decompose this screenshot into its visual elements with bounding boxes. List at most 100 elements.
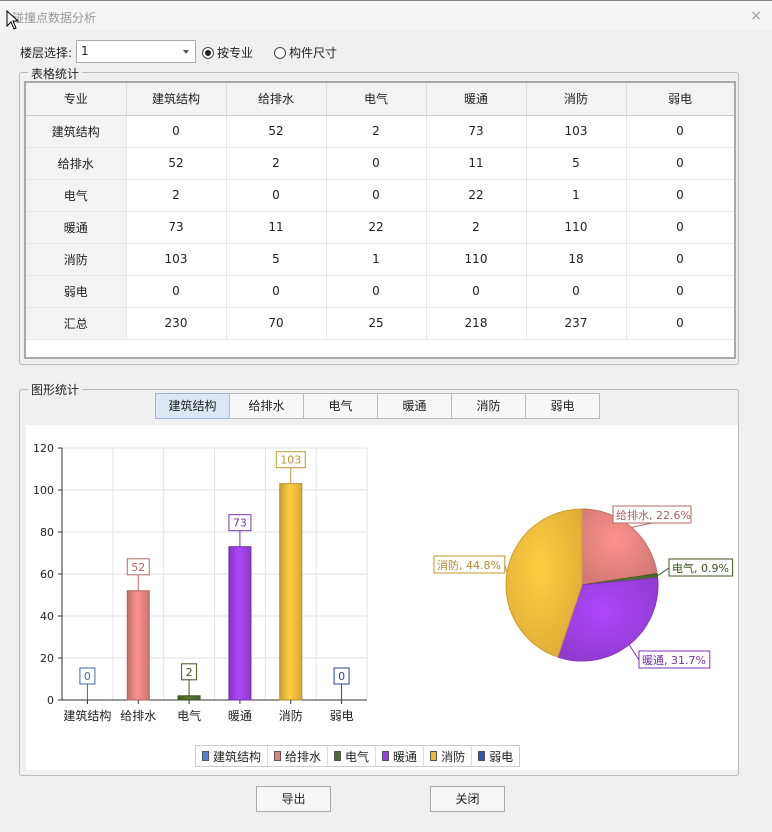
table-cell: 70 — [226, 307, 327, 340]
tab-3[interactable]: 暖通 — [377, 393, 452, 419]
table-header-row: 专业 建筑结构 给排水 电气 暖通 消防 弱电 — [26, 83, 734, 116]
table-row[interactable]: 电气 2 0 0 22 1 0 — [26, 179, 734, 212]
data-label: 0 — [338, 670, 345, 683]
table-cell: 52 — [226, 115, 327, 148]
bar-chart: 0 20 40 60 80 100 120 0 建筑结构 52 给排水 2 电气 73 暖通 103 消防 0 弱电 — [33, 442, 368, 723]
table-cell: 110 — [426, 243, 527, 276]
table-cell: 5 — [526, 147, 627, 180]
table-header-cell[interactable]: 给排水 — [226, 83, 327, 116]
pie-leader — [628, 644, 640, 661]
x-tick-label: 电气 — [177, 708, 201, 723]
legend-swatch — [334, 751, 342, 761]
title-bar: 碰撞点数据分析 × — [0, 0, 772, 30]
tab-5[interactable]: 弱电 — [525, 393, 600, 419]
radio-by-size[interactable]: 构件尺寸 — [274, 44, 337, 61]
table-row-header: 给排水 — [26, 147, 127, 180]
legend-item: 消防 — [424, 746, 473, 766]
table-cell: 0 — [626, 179, 734, 212]
table-header-cell[interactable]: 建筑结构 — [126, 83, 227, 116]
table-cell: 237 — [526, 307, 627, 340]
tab-2[interactable]: 电气 — [303, 393, 378, 419]
legend-item: 暖通 — [376, 746, 425, 766]
chart-legend: 建筑结构 给排水 电气 暖通 消防 弱电 — [195, 745, 521, 767]
table-row[interactable]: 建筑结构 0 52 2 73 103 0 — [26, 115, 734, 148]
table-cell: 1 — [326, 243, 427, 276]
table-cell: 11 — [426, 147, 527, 180]
table-cell: 18 — [526, 243, 627, 276]
table-row[interactable]: 暖通 73 11 22 2 110 0 — [26, 211, 734, 244]
chart-tabs: 建筑结构 给排水 电气 暖通 消防 弱电 — [155, 393, 600, 419]
window-title: 碰撞点数据分析 — [12, 11, 97, 25]
table-cell: 22 — [426, 179, 527, 212]
legend-swatch — [382, 751, 390, 761]
tab-4[interactable]: 消防 — [451, 393, 526, 419]
pie-label: 暖通, 31.7% — [642, 654, 706, 667]
table-cell: 73 — [426, 115, 527, 148]
legend-label: 电气 — [345, 749, 370, 764]
table-row-header: 弱电 — [26, 275, 127, 308]
table-cell: 103 — [526, 115, 627, 148]
legend-label: 建筑结构 — [213, 749, 262, 764]
legend-swatch — [274, 751, 282, 761]
table-row-header: 消防 — [26, 243, 127, 276]
floor-select[interactable]: 1 — [76, 40, 196, 63]
floor-select-value: 1 — [81, 44, 89, 58]
table-cell: 0 — [126, 275, 227, 308]
table-row[interactable]: 弱电 0 0 0 0 0 0 — [26, 275, 734, 308]
legend-item: 给排水 — [268, 746, 329, 766]
legend-label: 暖通 — [393, 749, 418, 764]
legend-label: 给排水 — [285, 749, 322, 764]
table-header-cell[interactable]: 电气 — [326, 83, 427, 116]
floor-label: 楼层选择: — [20, 46, 73, 60]
x-tick-label: 建筑结构 — [63, 708, 111, 723]
table-cell: 2 — [126, 179, 227, 212]
table-row-header: 汇总 — [26, 307, 127, 340]
y-tick-label: 60 — [40, 568, 54, 581]
stats-table-container: 专业 建筑结构 给排水 电气 暖通 消防 弱电 建筑结构 0 52 2 73 103 0 给排水 52 2 0 1… — [24, 81, 736, 359]
table-cell: 0 — [326, 147, 427, 180]
radio-dot — [274, 46, 286, 59]
data-label: 0 — [84, 670, 91, 683]
y-tick-label: 100 — [33, 484, 54, 497]
tab-1[interactable]: 给排水 — [229, 393, 304, 419]
table-cell: 22 — [326, 211, 427, 244]
stats-table: 专业 建筑结构 给排水 电气 暖通 消防 弱电 建筑结构 0 52 2 73 103 0 给排水 52 2 0 1… — [26, 83, 734, 340]
table-row-header: 电气 — [26, 179, 127, 212]
mouse-cursor-icon — [6, 10, 20, 30]
pie-label: 电气, 0.9% — [672, 561, 729, 575]
legend-item: 弱电 — [472, 746, 519, 766]
table-header-cell[interactable]: 专业 — [26, 83, 127, 116]
table-cell: 0 — [626, 275, 734, 308]
radio-dot-selected — [202, 46, 214, 59]
x-tick-label: 弱电 — [330, 709, 354, 723]
bar — [177, 695, 201, 701]
export-button[interactable]: 导出 — [256, 786, 331, 812]
pie-label: 给排水, 22.6% — [616, 508, 691, 522]
radio-by-size-label: 构件尺寸 — [289, 46, 338, 60]
table-header-cell[interactable]: 消防 — [526, 83, 627, 116]
table-row[interactable]: 消防 103 5 1 110 18 0 — [26, 243, 734, 276]
close-icon[interactable]: × — [750, 8, 762, 24]
legend-item: 电气 — [328, 746, 377, 766]
table-header-cell[interactable]: 暖通 — [426, 83, 527, 116]
table-cell: 230 — [126, 307, 227, 340]
data-label: 73 — [233, 517, 247, 530]
legend-swatch — [430, 751, 438, 761]
y-tick-label: 120 — [33, 442, 54, 455]
table-cell: 103 — [126, 243, 227, 276]
tab-0[interactable]: 建筑结构 — [155, 393, 230, 419]
table-cell: 2 — [326, 115, 427, 148]
table-header-cell[interactable]: 弱电 — [626, 83, 734, 116]
radio-by-major[interactable]: 按专业 — [202, 44, 253, 61]
y-tick-label: 80 — [40, 526, 54, 539]
table-cell: 0 — [626, 307, 734, 340]
table-cell: 218 — [426, 307, 527, 340]
table-cell: 25 — [326, 307, 427, 340]
bar — [279, 483, 303, 701]
data-label: 2 — [186, 666, 193, 679]
table-cell: 52 — [126, 147, 227, 180]
legend-swatch — [202, 751, 209, 761]
table-row[interactable]: 汇总 230 70 25 218 237 0 — [26, 307, 734, 340]
close-button[interactable]: 关闭 — [430, 786, 505, 812]
table-row[interactable]: 给排水 52 2 0 11 5 0 — [26, 147, 734, 180]
